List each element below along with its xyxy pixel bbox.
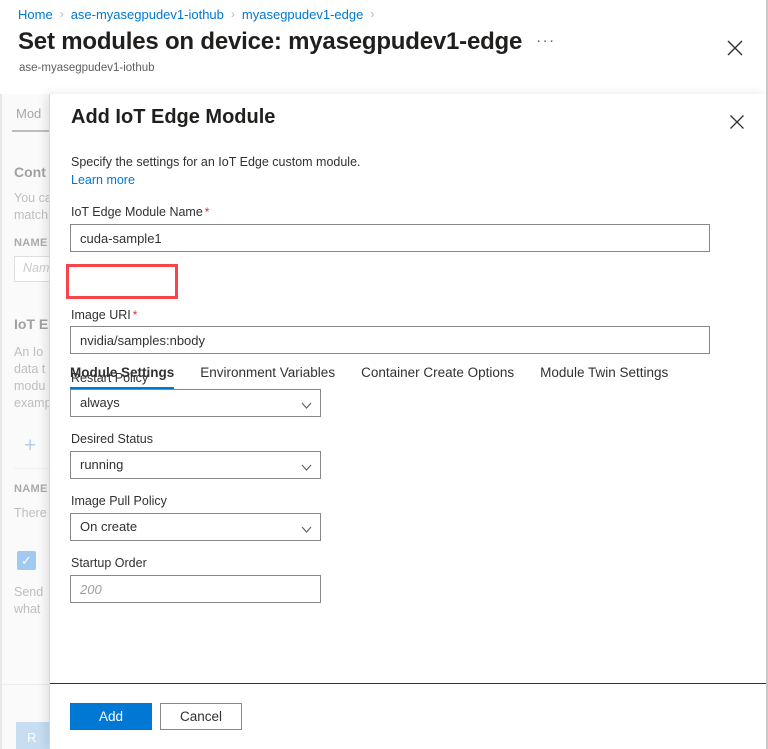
more-options-icon[interactable]: ··· (536, 32, 556, 49)
required-indicator: * (132, 308, 138, 322)
background-review-create-button[interactable]: R (16, 722, 49, 749)
restart-policy-select[interactable]: always (70, 389, 321, 417)
tab-module-twin-settings[interactable]: Module Twin Settings (540, 362, 668, 380)
desired-status-label: Desired Status (71, 432, 153, 446)
restart-policy-select-value[interactable]: always (70, 389, 321, 417)
background-tab-underline (12, 130, 49, 132)
breadcrumb-separator: › (370, 7, 375, 21)
image-pull-policy-select-value[interactable]: On create (70, 513, 321, 541)
required-indicator: * (204, 205, 210, 219)
image-uri-label-text: Image URI (71, 308, 131, 322)
background-text-line: An Io (14, 345, 44, 359)
background-text-line: You ca (14, 191, 49, 205)
background-name-input[interactable]: Nam (14, 256, 49, 282)
image-pull-policy-label: Image Pull Policy (71, 494, 167, 508)
breadcrumb-separator: › (59, 7, 64, 21)
background-empty-row-text: There (14, 506, 47, 520)
blade-header: Home › ase-myasegpudev1-iothub › myasegp… (0, 0, 766, 94)
background-divider (14, 468, 49, 469)
background-section-container-registry: Cont (14, 164, 46, 180)
dialog-description: Specify the settings for an IoT Edge cus… (71, 155, 361, 169)
cancel-button[interactable]: Cancel (160, 703, 242, 730)
startup-order-input[interactable] (70, 575, 321, 603)
module-name-label: IoT Edge Module Name * (71, 205, 209, 219)
background-column-header-name: NAME (14, 237, 48, 249)
breadcrumb: Home › ase-myasegpudev1-iothub › myasegp… (18, 5, 381, 23)
tab-environment-variables[interactable]: Environment Variables (200, 362, 335, 380)
page-title: Set modules on device: myasegpudev1-edge (18, 28, 523, 55)
breadcrumb-item-edge-device[interactable]: myasegpudev1-edge (242, 7, 363, 22)
dialog-body: Specify the settings for an IoT Edge cus… (50, 94, 766, 684)
background-left-strip: Mod Cont You ca match NAME Nam IoT E An … (0, 94, 49, 749)
background-tab-modules[interactable]: Mod (16, 106, 41, 121)
background-footer-divider (2, 684, 49, 685)
desired-status-select[interactable]: running (70, 451, 321, 479)
add-icon[interactable]: + (24, 435, 36, 456)
restart-policy-label: Restart Policy (71, 371, 149, 385)
add-button[interactable]: Add (70, 703, 152, 730)
module-name-label-text: IoT Edge Module Name (71, 205, 203, 219)
background-text-line: match (14, 208, 49, 222)
page-title-row: Set modules on device: myasegpudev1-edge… (18, 28, 556, 56)
azure-portal-blade: Home › ase-myasegpudev1-iothub › myasegp… (0, 0, 768, 749)
image-uri-input[interactable] (70, 326, 710, 354)
image-uri-label: Image URI * (71, 308, 137, 322)
breadcrumb-item-home[interactable]: Home (18, 7, 53, 22)
background-text-line: what (14, 602, 41, 616)
page-subtitle: ase-myasegpudev1-iothub (19, 62, 155, 74)
image-pull-policy-select[interactable]: On create (70, 513, 321, 541)
background-text-line: Send (14, 585, 44, 599)
blade-close-button[interactable] (724, 37, 746, 59)
background-text-line: data t (14, 362, 46, 376)
background-section-iot-edge-modules: IoT E (14, 316, 49, 332)
background-text-line: examp (14, 396, 49, 410)
desired-status-select-value[interactable]: running (70, 451, 321, 479)
breadcrumb-separator: › (230, 7, 235, 21)
tab-container-create-options[interactable]: Container Create Options (361, 362, 514, 380)
dialog-footer: Add Cancel (50, 683, 766, 749)
learn-more-link[interactable]: Learn more (71, 173, 135, 187)
checkmark-icon[interactable]: ✓ (17, 551, 36, 570)
breadcrumb-item-iothub[interactable]: ase-myasegpudev1-iothub (71, 7, 224, 22)
module-name-input[interactable] (70, 224, 710, 252)
background-text-line: modu (14, 379, 46, 393)
add-iot-edge-module-dialog: Add IoT Edge Module Specify the settings… (49, 94, 766, 749)
background-column-header-name: NAME (14, 483, 48, 495)
startup-order-label: Startup Order (71, 556, 147, 570)
